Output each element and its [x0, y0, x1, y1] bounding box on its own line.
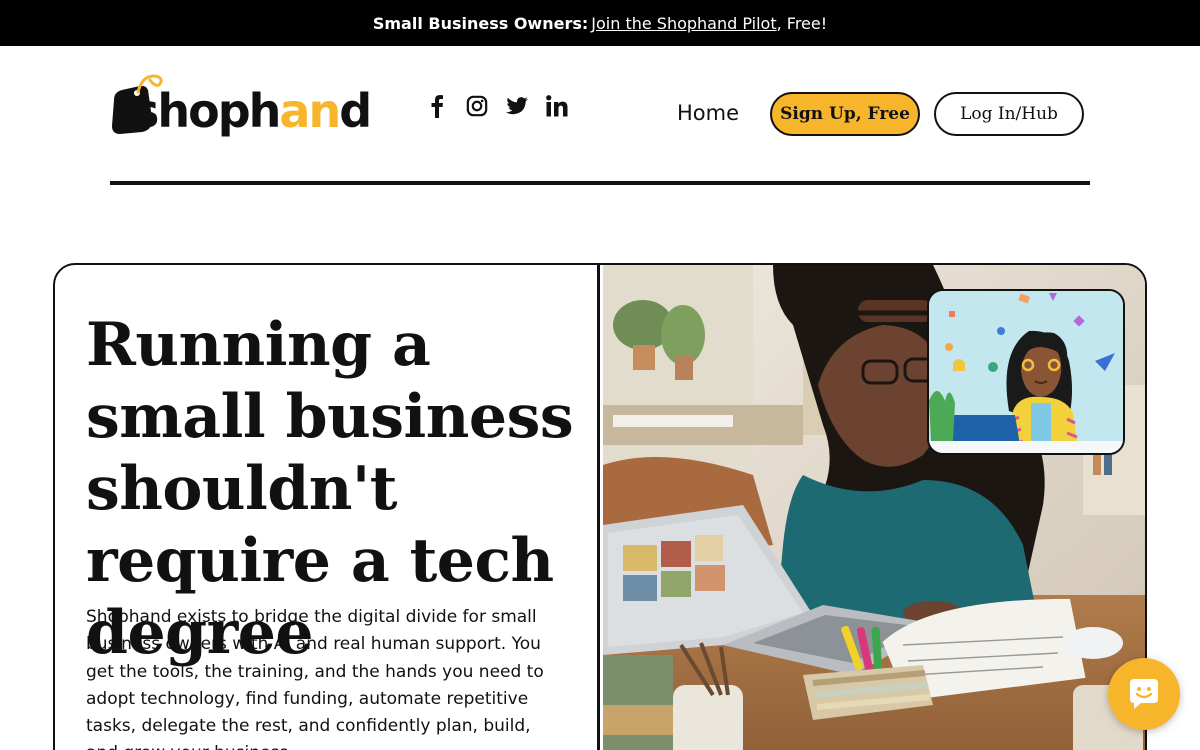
chat-launcher-button[interactable] — [1108, 658, 1180, 730]
pilot-link[interactable]: Join the Shophand Pilot — [591, 14, 776, 33]
logo-suffix: d — [339, 84, 372, 138]
promo-tail: , Free! — [776, 13, 828, 33]
hero-text-panel: Running a small business shouldn't requi… — [55, 265, 600, 750]
logo-prefix: shoph — [132, 84, 281, 138]
facebook-icon[interactable] — [426, 94, 448, 118]
social-links — [426, 94, 568, 118]
hero-description: Shophand exists to bridge the digital di… — [86, 607, 544, 750]
chat-icon — [1130, 679, 1158, 709]
shophand-logo[interactable]: shophand — [110, 70, 372, 138]
instagram-icon[interactable] — [466, 94, 488, 118]
login-button[interactable]: Log In/Hub — [934, 92, 1084, 136]
linkedin-icon[interactable] — [546, 94, 568, 118]
twitter-icon[interactable] — [506, 94, 528, 118]
logo-accent: an — [279, 84, 341, 138]
promo-bar: Small Business Owners: Join the Shophand… — [0, 0, 1200, 46]
avatar-card — [927, 289, 1125, 455]
nav-home-link[interactable]: Home — [677, 101, 739, 125]
header-divider — [110, 181, 1090, 185]
promo-lead: Small Business Owners: — [372, 13, 589, 33]
hero-card: Running a small business shouldn't requi… — [53, 263, 1147, 750]
illustrated-avatar-icon — [929, 291, 1123, 453]
signup-button[interactable]: Sign Up, Free — [770, 92, 920, 136]
hero-image — [603, 265, 1145, 750]
logo-wordmark: shophand — [132, 84, 372, 138]
